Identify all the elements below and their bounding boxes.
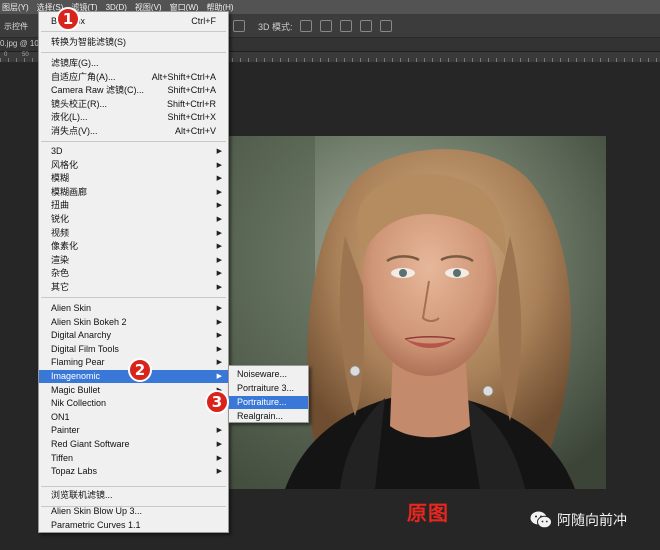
watermark-label: 阿随向前冲	[557, 513, 627, 529]
submenu-arrow-icon: ▶	[216, 332, 222, 340]
menu-item-vanishing-point[interactable]: 消失点(V)... Alt+Ctrl+V	[39, 125, 228, 138]
menu-item-plugin-6[interactable]: Magic Bullet▶	[39, 384, 228, 397]
submenu-arrow-icon: ▶	[216, 373, 222, 380]
submenu-arrow-icon: ▶	[216, 229, 222, 237]
3d-mode-label: 3D 模式:	[258, 22, 293, 32]
menu-separator	[41, 486, 226, 487]
menu-item-category-2[interactable]: 模糊 ▶	[39, 172, 228, 185]
step-badge-2: 2	[128, 358, 152, 382]
submenu-arrow-icon: ▶	[216, 441, 222, 448]
document-tab[interactable]: 0.jpg @ 100	[0, 39, 43, 48]
menu-item-plugin-11[interactable]: Tiffen ▶	[39, 452, 228, 465]
menu-item-browse-online[interactable]: 浏览联机滤镜...	[39, 489, 228, 502]
submenu-arrow-icon: ▶	[216, 148, 222, 155]
submenu-item-portraiture-3[interactable]: Portraiture 3...	[229, 382, 308, 395]
submenu-item-noiseware[interactable]: Noiseware...	[229, 368, 308, 381]
submenu-item-realgrain[interactable]: Realgrain...	[229, 410, 308, 423]
menu-item-plugin-7[interactable]: Nik Collection▶	[39, 397, 228, 410]
submenu-arrow-icon: ▶	[216, 175, 222, 183]
wechat-watermark: 阿随向前冲	[530, 510, 627, 530]
scale-icon[interactable]	[380, 20, 392, 32]
imagenomic-submenu: Noiseware... Portraiture 3... Portraitur…	[228, 365, 309, 423]
menu-item-camera-raw[interactable]: Camera Raw 滤镜(C)... Shift+Ctrl+A	[39, 84, 228, 97]
menu-item-category-4[interactable]: 扭曲 ▶	[39, 199, 228, 212]
submenu-arrow-icon: ▶	[216, 161, 222, 169]
menu-item-plugin-10[interactable]: Red Giant Software ▶	[39, 438, 228, 451]
menu-item-filter-gallery[interactable]: 滤镜库(G)...	[39, 57, 228, 70]
menu-item-plugin-12[interactable]: Topaz Labs ▶	[39, 465, 228, 478]
ruler-label: 50	[22, 52, 29, 58]
menu-item-category-0[interactable]: 3D ▶	[39, 145, 228, 158]
menu-item-parametric-curves[interactable]: Parametric Curves 1.1	[39, 519, 228, 532]
submenu-arrow-icon: ▶	[216, 202, 222, 210]
submenu-arrow-icon: ▶	[216, 318, 222, 326]
slide-icon[interactable]	[360, 20, 372, 32]
menu-item-adaptive-wide-angle[interactable]: 自适应广角(A)... Alt+Shift+Ctrl+A	[39, 71, 228, 84]
submenu-arrow-icon: ▶	[216, 468, 222, 476]
rotate-icon[interactable]	[300, 20, 312, 32]
menu-item-plugin-3[interactable]: Digital Film Tools ▶	[39, 343, 228, 356]
menu-item-category-6[interactable]: 视频 ▶	[39, 227, 228, 240]
wechat-icon	[530, 511, 552, 529]
submenu-arrow-icon: ▶	[216, 188, 222, 196]
move-cross-icon[interactable]	[340, 20, 352, 32]
menu-item-liquify[interactable]: 液化(L)... Shift+Ctrl+X	[39, 111, 228, 124]
portrait-photo	[225, 136, 606, 489]
submenu-arrow-icon: ▶	[216, 256, 222, 264]
menu-separator	[41, 52, 226, 53]
menu-item-plugin-2[interactable]: Digital Anarchy ▶	[39, 329, 228, 342]
step-badge-3: 3	[205, 390, 229, 414]
submenu-arrow-icon: ▶	[216, 359, 222, 367]
menu-item-category-9[interactable]: 杂色 ▶	[39, 267, 228, 280]
submenu-arrow-icon: ▶	[216, 216, 222, 223]
menu-item-category-1[interactable]: 风格化 ▶	[39, 159, 228, 172]
menu-item-blow-up[interactable]: Alien Skin Blow Up 3...	[39, 505, 228, 518]
original-image-caption: 原图	[407, 501, 449, 525]
menu-layer[interactable]: 图层(Y)	[2, 2, 29, 13]
portrait-illustration	[225, 136, 606, 489]
menu-item-category-7[interactable]: 像素化 ▶	[39, 240, 228, 253]
submenu-item-portraiture[interactable]: Portraiture...	[229, 396, 308, 409]
menu-item-category-3[interactable]: 模糊画廊 ▶	[39, 186, 228, 199]
options-label: 示控件	[4, 22, 28, 31]
roll-icon[interactable]	[320, 20, 332, 32]
menu-item-plugin-9[interactable]: Painter ▶	[39, 424, 228, 437]
submenu-arrow-icon: ▶	[216, 243, 222, 251]
submenu-arrow-icon: ▶	[216, 427, 222, 435]
submenu-arrow-icon: ▶	[216, 284, 222, 291]
menu-separator	[41, 31, 226, 32]
submenu-arrow-icon: ▶	[216, 345, 222, 353]
submenu-arrow-icon: ▶	[216, 305, 222, 312]
menu-item-plugin-1[interactable]: Alien Skin Bokeh 2 ▶	[39, 316, 228, 329]
align-icon[interactable]	[233, 20, 245, 32]
menu-item-plugin-0[interactable]: Alien Skin ▶	[39, 302, 228, 315]
menu-item-category-5[interactable]: 锐化 ▶	[39, 213, 228, 226]
menu-separator	[41, 141, 226, 142]
submenu-arrow-icon: ▶	[216, 454, 222, 462]
submenu-arrow-icon: ▶	[216, 270, 222, 278]
step-badge-1: 1	[56, 7, 80, 31]
filter-menu: Blur Box Ctrl+F 转换为智能滤镜(S) 滤镜库(G)... 自适应…	[38, 11, 229, 533]
menu-item-convert-smart-filter[interactable]: 转换为智能滤镜(S)	[39, 36, 228, 49]
menu-item-lens-correction[interactable]: 镜头校正(R)... Shift+Ctrl+R	[39, 98, 228, 111]
menu-item-plugin-8[interactable]: ON1	[39, 411, 228, 424]
menu-item-category-10[interactable]: 其它 ▶	[39, 281, 228, 294]
menu-item-category-8[interactable]: 渲染 ▶	[39, 254, 228, 267]
ruler-label: 0	[4, 52, 8, 58]
menu-separator	[41, 297, 226, 298]
